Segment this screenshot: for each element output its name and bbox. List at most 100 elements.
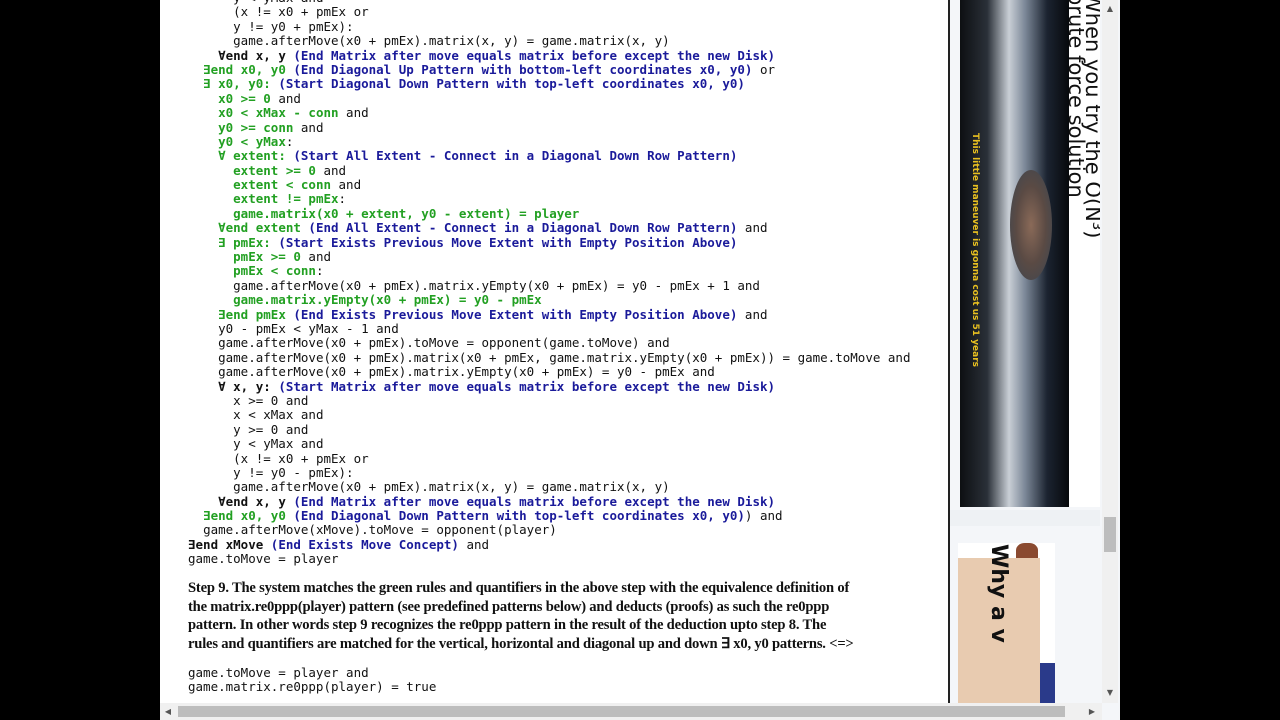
code-line: y0 >= conn and [188, 119, 910, 135]
code-text: y >= 0 and [233, 421, 309, 437]
vertical-scrollbar[interactable]: ▲ ▼ [1102, 0, 1118, 703]
code-text: game.afterMove(x0 + pmEx).matrix.yEmpty(… [218, 364, 715, 380]
matched-rule: game.matrix(x0 + extent, y0 - extent) = … [233, 205, 580, 221]
code-text: and [737, 220, 768, 236]
horizontal-scroll-thumb[interactable] [178, 706, 1065, 717]
code-text: y < yMax and [233, 436, 324, 452]
matched-rule: y0 >= conn [218, 119, 294, 135]
code-comment: (End All Extent - Connect in a Diagonal … [308, 220, 738, 236]
paragraph-line: pattern. In other words step 9 recognize… [188, 617, 827, 634]
code-line: ∀ extent: (Start All Extent - Connect in… [188, 149, 910, 163]
code-text: : [315, 263, 324, 279]
matched-rule: ∃end x0, y0 [203, 508, 294, 524]
code-line: game.matrix.yEmpty(x0 + pmEx) = y0 - pmE… [188, 293, 910, 307]
matched-rule: ∃end pmEx [218, 306, 294, 322]
code-comment: (End Matrix after move equals matrix bef… [293, 47, 776, 63]
code-line: (x != x0 + pmEx or [188, 5, 910, 19]
code-line: ∀end x, y (End Matrix after move equals … [188, 493, 910, 509]
matched-rule: y0 < yMax [218, 133, 286, 149]
paragraph-line: the matrix.re0ppp(player) pattern (see p… [188, 598, 830, 615]
meme-caption: This little maneuver is gonna cost us 51… [970, 132, 980, 368]
code-line: extent != pmEx: [188, 192, 910, 206]
code-comment: (End Matrix after move equals matrix bef… [293, 493, 776, 509]
code-text: y != y0 + pmEx): [233, 18, 354, 34]
code-line: ∃ pmEx: (Start Exists Previous Move Exte… [188, 235, 910, 250]
code-text: ∃end xMove [188, 536, 271, 552]
code-text: and [737, 306, 768, 322]
code-line: y0 - pmEx < yMax - 1 and [188, 320, 910, 336]
code-line: game.afterMove(x0 + pmEx).toMove = oppon… [188, 336, 910, 350]
code-line: game.afterMove(x0 + pmEx).matrix(x0 + pm… [188, 349, 911, 365]
code-line: x >= 0 and [188, 392, 910, 408]
code-line: game.toMove = player [188, 552, 910, 566]
code-block-step8: y < yMax and (x != x0 + pmEx or y != y0 … [188, 0, 910, 567]
horizontal-scrollbar[interactable]: ◀ ▶ [160, 703, 1102, 720]
code-line: ∃end pmEx (End Exists Previous Move Exte… [188, 306, 910, 322]
sidebar-memes: This little maneuver is gonna cost us 51… [950, 0, 1100, 703]
code-line: ∃end x0, y0 (End Diagonal Up Pattern wit… [188, 61, 910, 77]
code-line: x < xMax and [188, 408, 910, 422]
code-line: game.afterMove(x0 + pmEx).matrix.yEmpty(… [188, 364, 910, 380]
browser-viewport: y < yMax and (x != x0 + pmEx or y != y0 … [160, 0, 1120, 720]
sign-line: Why [986, 544, 1011, 599]
code-comment: (Start Matrix after move equals matrix b… [278, 378, 776, 394]
matched-rule: extent != pmEx [233, 191, 339, 207]
code-comment: (End Diagonal Down Pattern with top-left… [293, 508, 745, 524]
paragraph-line: Step 9. The system matches the green rul… [188, 580, 850, 596]
code-comment: (Start Diagonal Down Pattern with top-le… [278, 76, 745, 92]
scroll-up-icon[interactable]: ▲ [1102, 2, 1118, 16]
scroll-left-icon[interactable]: ◀ [160, 703, 176, 720]
code-line: x0 < xMax - conn and [188, 105, 910, 121]
code-line: ∀end x, y (End Matrix after move equals … [188, 47, 910, 63]
meme-image-astronaut[interactable]: This little maneuver is gonna cost us 51… [960, 0, 1069, 507]
matched-rule: ∃end x0, y0 [203, 61, 294, 77]
code-line: extent >= 0 and [188, 162, 910, 178]
meme-text-panel: When you try the O(N³) brute force solut… [1069, 0, 1100, 507]
code-text: and [315, 162, 347, 178]
code-comment: (End Diagonal Up Pattern with bottom-lef… [293, 61, 753, 77]
code-line: y != y0 - pmEx): [188, 465, 910, 480]
code-line: y0 < yMax: [188, 133, 910, 149]
code-text: and [293, 119, 324, 135]
code-text: game.afterMove(x0 + pmEx).matrix(x, y) =… [233, 33, 670, 49]
code-text: and [458, 536, 490, 552]
meme-image-sign[interactable]: Why a v [958, 543, 1055, 703]
code-text: x < xMax and [233, 407, 324, 423]
code-text: (x != x0 + pmEx or [233, 4, 369, 20]
code-text: game.afterMove(x0 + pmEx).toMove = oppon… [218, 335, 670, 351]
meme-text: When you try the O(N³) brute force solut… [1069, 0, 1100, 462]
code-line: y < yMax and [188, 436, 910, 452]
code-text: and [338, 105, 369, 121]
code-text: and [331, 177, 362, 193]
matched-rule: pmEx >= 0 [233, 249, 301, 265]
code-text: game.afterMove(x0 + pmEx).matrix(x, y) =… [233, 479, 670, 495]
astronaut-face [1010, 170, 1052, 280]
code-text: : [338, 191, 347, 207]
code-text: y0 - pmEx < yMax - 1 and [218, 320, 399, 336]
code-line: y >= 0 and [188, 421, 910, 437]
code-comment: (End Exists Move Concept) [270, 536, 459, 552]
vertical-scroll-thumb[interactable] [1104, 517, 1116, 552]
code-text: ∀end x, y [218, 493, 294, 509]
code-line: (x != x0 + pmEx or [188, 451, 910, 466]
scroll-right-icon[interactable]: ▶ [1084, 703, 1100, 720]
code-line: ∃ x0, y0: (Start Diagonal Down Pattern w… [188, 77, 910, 91]
article-content: y < yMax and (x != x0 + pmEx or y != y0 … [160, 0, 950, 703]
code-line: ∃end x0, y0 (End Diagonal Down Pattern w… [188, 508, 910, 524]
matched-rule: x0 < xMax - conn [218, 105, 339, 121]
code-text: and [270, 90, 301, 106]
scroll-down-icon[interactable]: ▼ [1102, 686, 1118, 700]
code-text: game.toMove = player [188, 551, 339, 567]
code-line: ∀ x, y: (Start Matrix after move equals … [188, 378, 910, 394]
code-text: game.afterMove(xMove).toMove = opponent(… [203, 522, 557, 538]
code-text: ) and [744, 508, 783, 524]
matched-rule: ∃ x0, y0: [203, 76, 279, 92]
code-line: game.toMove = player and [188, 665, 369, 680]
code-text: game.afterMove(x0 + pmEx).matrix(x0 + pm… [218, 349, 911, 365]
paragraph-line: rules and quantifiers are matched for th… [188, 635, 854, 652]
code-text: x >= 0 and [233, 392, 309, 408]
sign-text: Why a v [986, 544, 1011, 703]
matched-rule: extent >= 0 [233, 162, 316, 178]
code-line: game.afterMove(x0 + pmEx).matrix(x, y) =… [188, 33, 910, 49]
shirt [1040, 663, 1055, 703]
